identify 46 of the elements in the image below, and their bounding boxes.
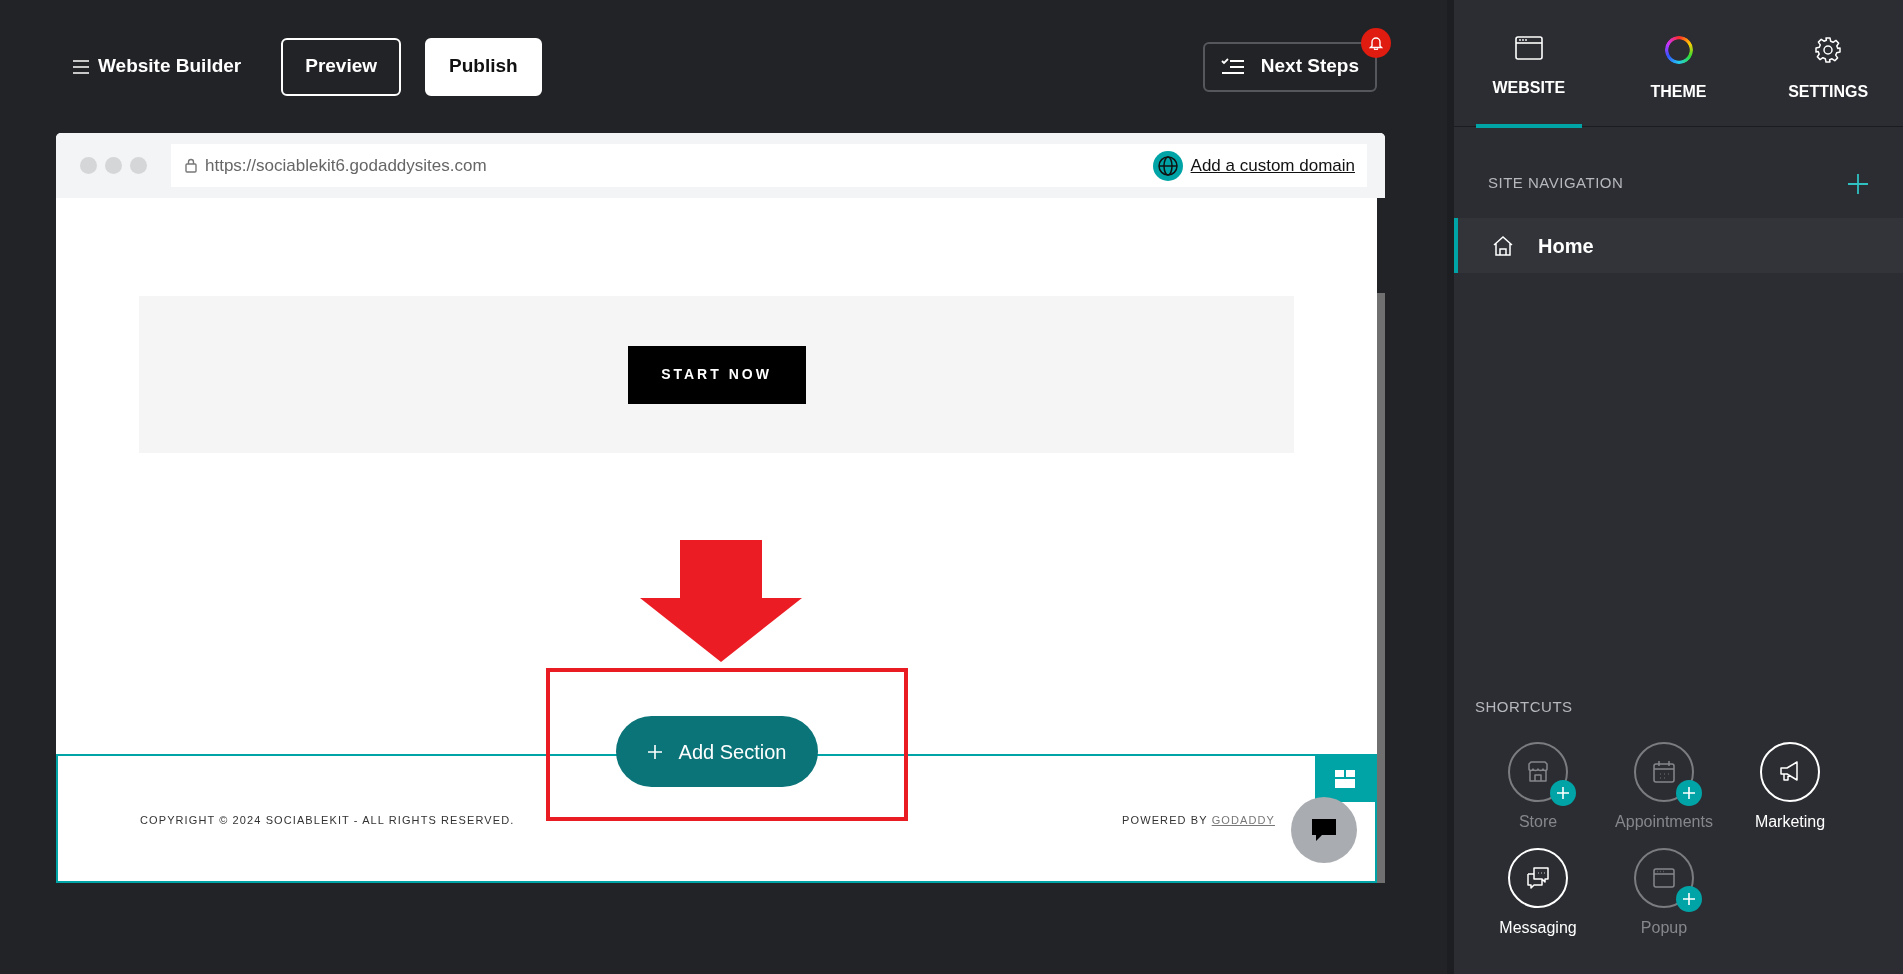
- panel-tab[interactable]: WEBSITE: [1454, 0, 1604, 127]
- shortcut-item[interactable]: Popup: [1601, 848, 1727, 940]
- shortcut-item[interactable]: Marketing: [1727, 742, 1853, 834]
- scrollbar[interactable]: [1377, 293, 1385, 883]
- chat-bubble-icon: [1310, 817, 1338, 843]
- preview-button[interactable]: Preview: [281, 37, 402, 96]
- window-dot: [80, 157, 97, 174]
- plus-icon: [646, 743, 663, 760]
- store-icon: [1526, 760, 1550, 784]
- panel-tab[interactable]: THEME: [1603, 0, 1754, 127]
- app-title: Website Builder: [98, 54, 242, 79]
- shortcut-item[interactable]: Appointments: [1601, 742, 1727, 834]
- lock-icon: [185, 158, 197, 173]
- globe-icon: [1152, 150, 1183, 181]
- layout-icon: [1335, 770, 1355, 788]
- section-heading: SITE NAVIGATION: [1488, 173, 1624, 194]
- godaddy-link[interactable]: GODADDY: [1211, 812, 1275, 881]
- publish-button[interactable]: Publish: [425, 37, 542, 96]
- window-dot: [105, 157, 122, 174]
- plus-icon: [1556, 786, 1570, 800]
- powered-by-text: POWERED BY: [1122, 813, 1208, 828]
- custom-domain-link[interactable]: Add a custom domain: [1190, 152, 1355, 179]
- home-icon: [1492, 234, 1514, 257]
- url-text: https://sociablekit6.godaddysites.com: [205, 154, 487, 177]
- window-dot: [130, 157, 147, 174]
- shortcut-item[interactable]: Messaging: [1475, 848, 1601, 940]
- copyright-text: COPYRIGHT © 2024 SOCIABLEKIT - ALL RIGHTS RESERVED.: [140, 813, 515, 828]
- shortcut-item[interactable]: Store: [1475, 742, 1601, 834]
- browser-window-icon: [1514, 36, 1543, 60]
- menu-icon[interactable]: [72, 59, 90, 74]
- plus-icon: [1682, 786, 1696, 800]
- add-page-button[interactable]: [1847, 171, 1869, 196]
- plus-icon: [1847, 173, 1869, 196]
- panel-tab[interactable]: SETTINGS: [1753, 0, 1903, 127]
- checklist-icon: [1220, 57, 1245, 76]
- calendar-icon: [1652, 760, 1676, 784]
- browser-window-icon: [1652, 866, 1676, 890]
- chat-bubbles-icon: [1526, 866, 1550, 890]
- section-heading: SHORTCUTS: [1475, 696, 1574, 717]
- bell-icon: [1369, 35, 1383, 50]
- settings-icon: [1814, 36, 1843, 64]
- start-now-button[interactable]: START NOW: [627, 345, 806, 404]
- color-wheel-icon: [1664, 36, 1693, 64]
- add-section-button[interactable]: Add Section: [615, 716, 818, 787]
- plus-icon: [1682, 892, 1696, 906]
- nav-item[interactable]: Home: [1454, 218, 1903, 273]
